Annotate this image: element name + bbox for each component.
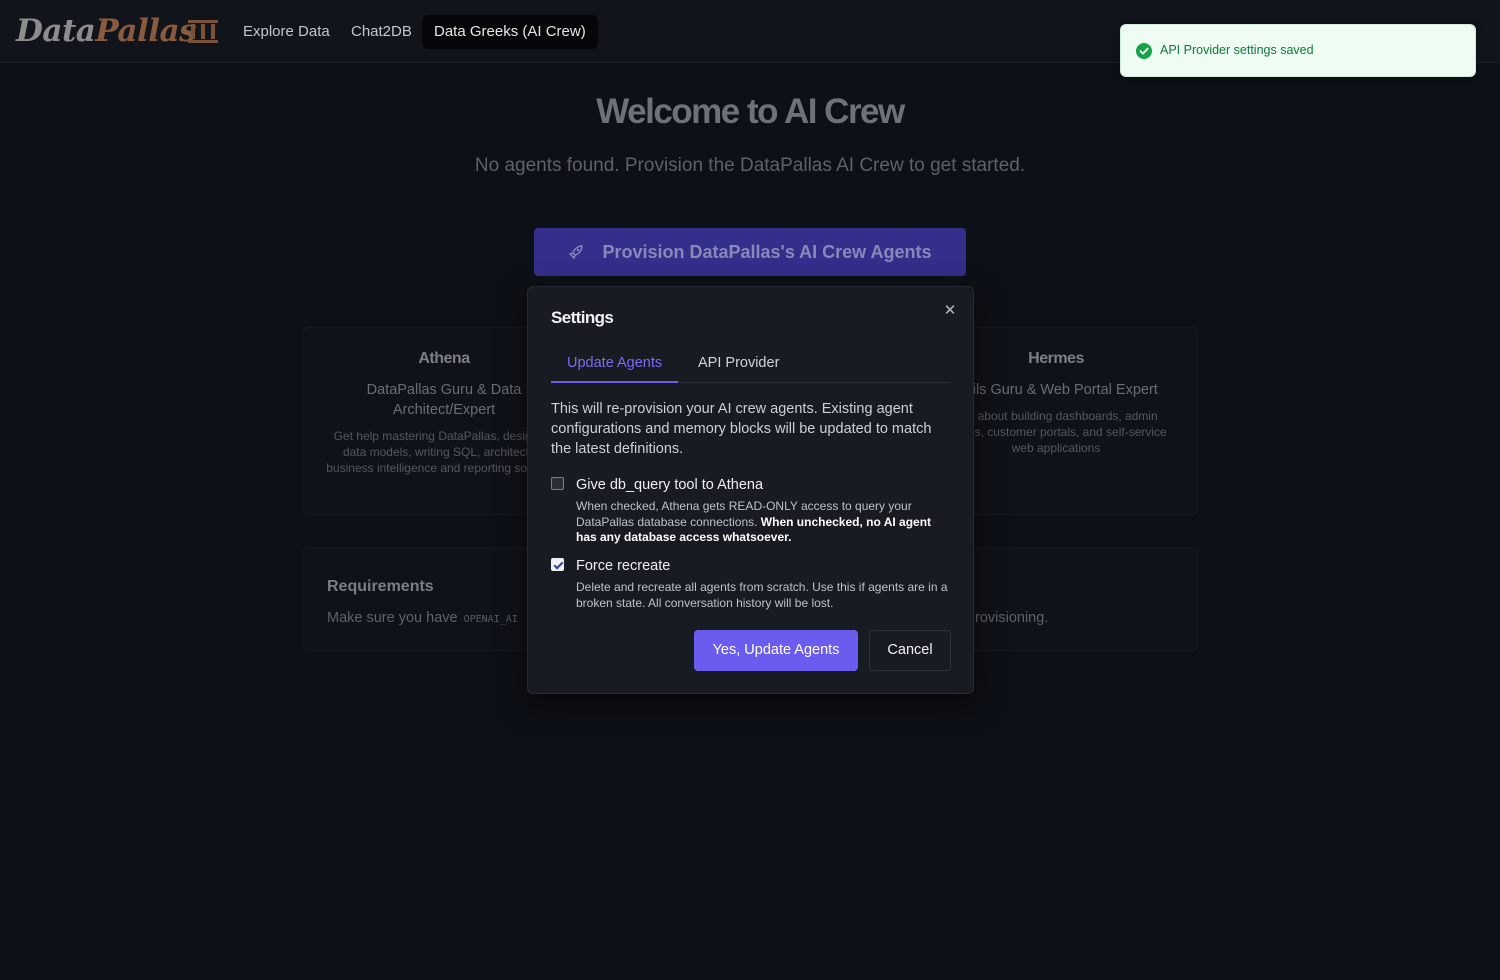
option-label: Force recreate bbox=[576, 558, 671, 574]
success-toast: API Provider settings saved bbox=[1120, 24, 1476, 77]
db-query-checkbox[interactable] bbox=[551, 477, 564, 490]
modal-tabs: Update Agents API Provider bbox=[551, 343, 951, 383]
page-subtitle: No agents found. Provision the DataPalla… bbox=[474, 155, 1026, 176]
requirements-text-end: rovisioning. bbox=[975, 610, 1049, 626]
option-label: Give db_query tool to Athena bbox=[576, 477, 764, 493]
nav-data-greeks[interactable]: Data Greeks (AI Crew) bbox=[422, 15, 598, 49]
modal-title: Settings bbox=[551, 308, 614, 327]
provision-label: Provision DataPallas's AI Crew Agents bbox=[602, 241, 932, 262]
tab-api-provider[interactable]: API Provider bbox=[682, 343, 795, 383]
toast-message: API Provider settings saved bbox=[1160, 43, 1314, 57]
rocket-icon bbox=[569, 245, 584, 260]
option-description: Delete and recreate all agents from scra… bbox=[576, 580, 948, 610]
logo[interactable]: DataPallas bbox=[16, 14, 197, 48]
provision-agents-button[interactable]: Provision DataPallas's AI Crew Agents bbox=[534, 228, 966, 276]
force-recreate-checkbox[interactable] bbox=[551, 558, 564, 571]
confirm-update-button[interactable]: Yes, Update Agents bbox=[694, 630, 858, 671]
nav-chat2db[interactable]: Chat2DB bbox=[339, 15, 424, 49]
settings-modal: Settings ✕ Update Agents API Provider Th… bbox=[527, 286, 974, 694]
tab-update-agents[interactable]: Update Agents bbox=[551, 343, 679, 383]
cancel-button[interactable]: Cancel bbox=[869, 630, 951, 671]
nav-explore-data[interactable]: Explore Data bbox=[231, 15, 342, 49]
page-title: Welcome to AI Crew bbox=[596, 92, 905, 131]
modal-intro-text: This will re-provision your AI crew agen… bbox=[551, 401, 932, 457]
env-var-code: OPENAI_AI bbox=[463, 614, 518, 625]
option-description: When checked, Athena gets READ-ONLY acce… bbox=[576, 499, 932, 544]
close-icon[interactable]: ✕ bbox=[943, 303, 957, 318]
check-circle-icon bbox=[1136, 43, 1152, 59]
columns-logo-icon bbox=[188, 20, 218, 43]
